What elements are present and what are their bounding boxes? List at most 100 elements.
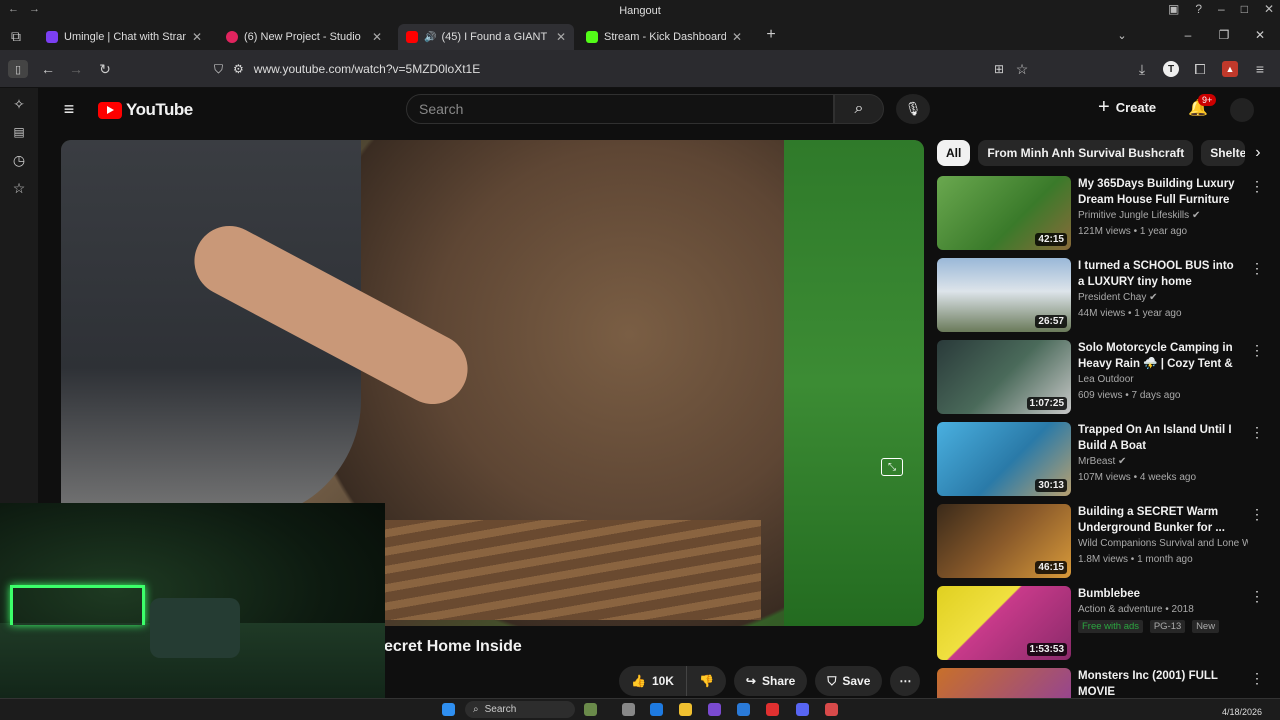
tab-kick[interactable]: Stream - Kick Dashboard ✕ — [578, 24, 750, 50]
create-button[interactable]: + Create — [1098, 96, 1156, 119]
pip-icon[interactable]: ▣ — [1168, 2, 1179, 16]
youtube-logo[interactable]: YouTube — [98, 100, 193, 120]
mail-icon[interactable] — [737, 703, 750, 716]
install-app-icon[interactable]: ⊞ — [991, 61, 1007, 77]
profile-icon[interactable]: T — [1163, 61, 1179, 77]
back-icon[interactable]: ← — [40, 61, 56, 77]
chip-shelter[interactable]: Shelte — [1201, 140, 1246, 166]
reading-list-icon[interactable]: ▤ — [11, 124, 27, 140]
rec-item[interactable]: 42:15 My 365Days Building Luxury Dream H… — [937, 176, 1267, 252]
rec-channel[interactable]: President Chay ✔ — [1078, 292, 1248, 303]
help-icon[interactable]: ? — [1195, 2, 1202, 16]
voice-search-button[interactable]: 🎙 — [896, 94, 930, 124]
speaker-icon[interactable]: 🔊 — [424, 32, 436, 43]
address-bar-row: ▯ ← → ↻ ⛉ ⚙ www.youtube.com/watch?v=5MZD… — [0, 50, 1280, 88]
minimize-icon[interactable]: – — [1180, 27, 1196, 43]
share-button[interactable]: ↪ Share — [733, 666, 808, 696]
discord-icon[interactable] — [796, 703, 809, 716]
more-vertical-icon[interactable]: ⋮ — [1250, 260, 1264, 277]
tab-youtube[interactable]: 🔊 (45) I Found a GIANT HOLLOW ✕ — [398, 24, 574, 50]
notifications-button[interactable]: 🔔 9+ — [1188, 94, 1217, 118]
rec-thumbnail[interactable]: 1:53:53 — [937, 586, 1071, 660]
restore-icon[interactable]: ❐ — [1216, 27, 1232, 43]
downloads-icon[interactable]: ⤓ — [1134, 61, 1150, 77]
more-vertical-icon[interactable]: ⋮ — [1250, 342, 1264, 359]
new-tab-icon[interactable]: + — [763, 26, 779, 43]
more-vertical-icon[interactable]: ⋮ — [1250, 506, 1264, 523]
more-actions-button[interactable]: ⋯ — [890, 666, 921, 696]
rec-item[interactable]: 1:53:53 Bumblebee Action & adventure • 2… — [937, 586, 1267, 662]
address-field[interactable]: ⛉ ⚙ www.youtube.com/watch?v=5MZD0loXt1E — [214, 56, 1044, 82]
widgets-icon[interactable] — [584, 703, 597, 716]
more-vertical-icon[interactable]: ⋮ — [1250, 670, 1264, 687]
account-avatar[interactable] — [1230, 98, 1254, 122]
history-icon[interactable]: ◷ — [11, 152, 27, 168]
rec-channel[interactable]: Wild Companions Survival and Lone Wo... — [1078, 538, 1248, 549]
expand-icon[interactable]: ⤡ — [881, 458, 903, 476]
reload-icon[interactable]: ↻ — [97, 61, 113, 77]
tab-umingle[interactable]: Umingle | Chat with Strangers In ✕ — [38, 24, 210, 50]
search-input[interactable]: Search — [406, 94, 834, 124]
rec-title[interactable]: I turned a SCHOOL BUS into a LUXURY tiny… — [1078, 258, 1242, 290]
app-icon[interactable] — [825, 703, 838, 716]
rec-title[interactable]: Monsters Inc (2001) FULL MOVIE — [1078, 668, 1242, 700]
file-explorer-icon[interactable] — [679, 703, 692, 716]
rec-item[interactable]: 26:57 I turned a SCHOOL BUS into a LUXUR… — [937, 258, 1267, 334]
shield-icon[interactable]: ⛉ — [214, 62, 223, 77]
edge-icon[interactable] — [650, 703, 663, 716]
menu-icon[interactable]: ≡ — [1252, 61, 1268, 77]
rec-thumbnail[interactable]: 26:57 — [937, 258, 1071, 332]
minimize-button[interactable]: – — [1218, 2, 1225, 16]
taskbar-clock[interactable]: 4/18/2026 — [1222, 701, 1262, 717]
like-button[interactable]: 👍 10K — [619, 666, 686, 696]
more-vertical-icon[interactable]: ⋮ — [1250, 178, 1264, 195]
search-button[interactable]: ⌕ — [834, 94, 884, 124]
windows-start-icon[interactable] — [442, 703, 455, 716]
rec-title[interactable]: Bumblebee — [1078, 586, 1242, 602]
hamburger-menu-icon[interactable]: ≡ — [60, 99, 78, 119]
rec-item[interactable]: 46:15 Building a SECRET Warm Underground… — [937, 504, 1267, 580]
more-vertical-icon[interactable]: ⋮ — [1250, 424, 1264, 441]
rec-channel[interactable]: Primitive Jungle Lifeskills ✔ — [1078, 210, 1248, 221]
ai-sparkle-icon[interactable]: ✧ — [11, 96, 27, 112]
rec-thumbnail[interactable]: 42:15 — [937, 176, 1071, 250]
dislike-button[interactable]: 👎 — [685, 666, 726, 696]
browser-icon[interactable] — [766, 703, 779, 716]
site-settings-icon[interactable]: ⚙ — [233, 62, 244, 76]
more-vertical-icon[interactable]: ⋮ — [1250, 588, 1264, 605]
rec-item[interactable]: 1:07:25 Solo Motorcycle Camping in Heavy… — [937, 340, 1267, 416]
close-window-button[interactable]: ✕ — [1264, 2, 1274, 16]
close-tab-icon[interactable]: ✕ — [556, 30, 566, 44]
rec-thumbnail[interactable]: 1:07:25 — [937, 340, 1071, 414]
close-tab-icon[interactable]: ✕ — [192, 30, 202, 44]
close-icon[interactable]: ✕ — [1252, 27, 1268, 43]
rec-channel[interactable]: Lea Outdoor — [1078, 374, 1248, 385]
extension-badge-icon[interactable]: ▲ — [1222, 61, 1238, 77]
maximize-button[interactable]: □ — [1241, 2, 1248, 16]
rec-item[interactable]: 30:13 Trapped On An Island Until I Build… — [937, 422, 1267, 498]
close-tab-icon[interactable]: ✕ — [732, 30, 742, 44]
workspaces-icon[interactable]: ⧉ — [8, 28, 24, 44]
favorites-icon[interactable]: ☆ — [11, 180, 27, 196]
rec-channel[interactable]: MrBeast ✔ — [1078, 456, 1248, 467]
forward-icon[interactable]: → — [68, 61, 84, 77]
rec-title[interactable]: Solo Motorcycle Camping in Heavy Rain ⛈️… — [1078, 340, 1242, 372]
rec-title[interactable]: Building a SECRET Warm Underground Bunke… — [1078, 504, 1242, 536]
rec-title[interactable]: My 365Days Building Luxury Dream House F… — [1078, 176, 1242, 208]
rec-thumbnail[interactable]: 30:13 — [937, 422, 1071, 496]
chip-from-channel[interactable]: From Minh Anh Survival Bushcraft — [978, 140, 1194, 166]
rec-title[interactable]: Trapped On An Island Until I Build A Boa… — [1078, 422, 1242, 454]
chips-next-chevron-icon[interactable]: › — [1255, 140, 1260, 166]
tab-studio[interactable]: (6) New Project - Studio ✕ — [218, 24, 390, 50]
close-tab-icon[interactable]: ✕ — [372, 30, 382, 44]
bookmark-star-icon[interactable]: ☆ — [1014, 61, 1030, 77]
rec-thumbnail[interactable]: 46:15 — [937, 504, 1071, 578]
tab-list-chevron-icon[interactable]: ⌄ — [1114, 27, 1130, 43]
sidebar-toggle-icon[interactable]: ▯ — [8, 60, 28, 78]
save-button[interactable]: ⛉ Save — [815, 666, 883, 696]
chip-all[interactable]: All — [937, 140, 971, 166]
copilot-icon[interactable] — [708, 703, 721, 716]
extensions-icon[interactable]: ⧠ — [1192, 61, 1208, 77]
task-view-icon[interactable] — [622, 703, 635, 716]
taskbar-search[interactable]: ⌕ Search — [465, 701, 575, 718]
